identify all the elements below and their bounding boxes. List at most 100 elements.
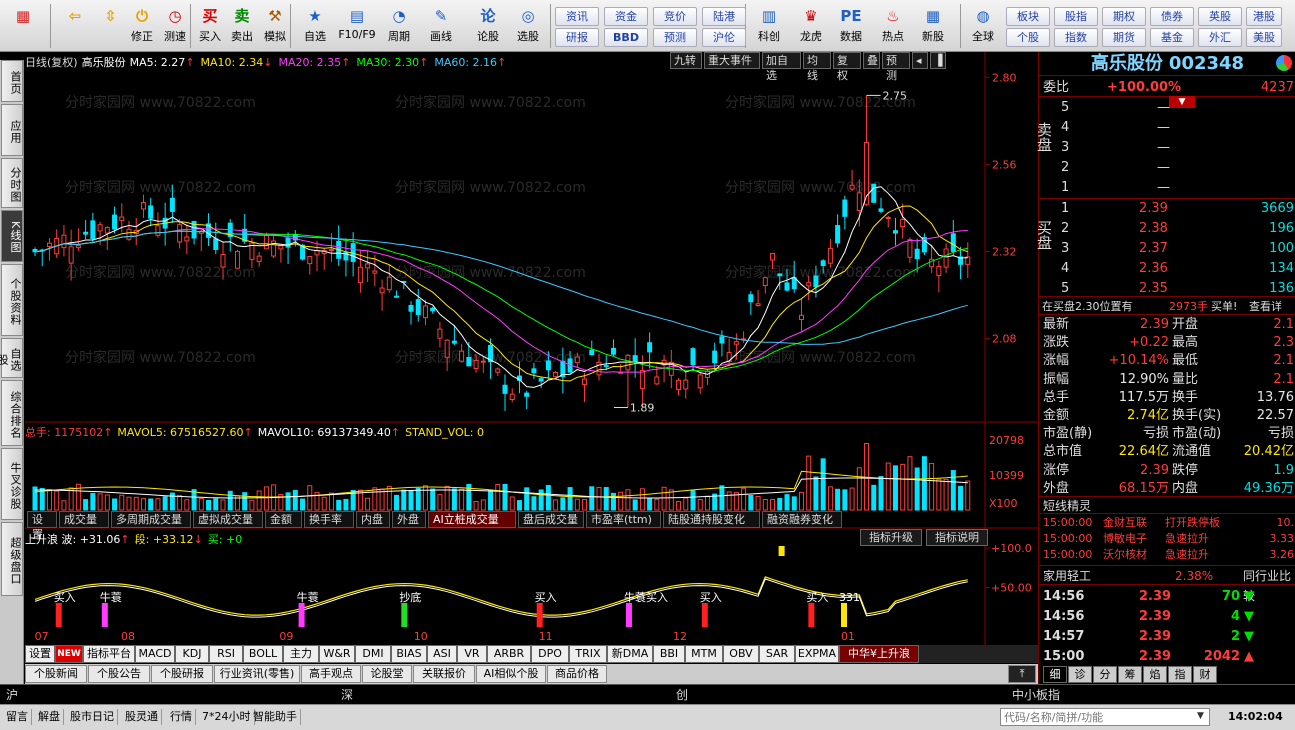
index-cy-label[interactable]: 创 — [676, 686, 688, 703]
toolbar-up-down-button[interactable]: ⇳ — [98, 4, 123, 48]
toolbar-app-logo-button[interactable]: ▦ — [4, 4, 42, 48]
sub-tab-0[interactable]: 设置 — [27, 511, 57, 541]
quote-bottom-tab-6[interactable]: 财 — [1193, 666, 1217, 683]
indicator-tab-8[interactable]: W&R — [319, 645, 355, 663]
toolbar-f10-button[interactable]: ▤ F10/F9 — [338, 4, 376, 48]
news-tab-8[interactable]: 商品价格 — [547, 665, 607, 683]
sub-tab-2[interactable]: 多周期成交量 — [111, 511, 191, 528]
indicator-tab-18[interactable]: MTM — [685, 645, 723, 663]
chart-control-4[interactable]: 复权 — [833, 52, 861, 82]
indicator-tab-2[interactable]: 指标平台 — [83, 645, 135, 663]
toolbar-power-button[interactable]: ⏻ 修正 — [127, 4, 157, 48]
indicator-tab-20[interactable]: SAR — [759, 645, 795, 663]
toolbar-link-3[interactable]: 陆港 — [702, 7, 746, 26]
news-tab-6[interactable]: 关联报价 — [413, 665, 475, 683]
toolbar-buy-button[interactable]: 买买入 — [195, 4, 225, 48]
toolbar-sell-button[interactable]: 卖卖出 — [227, 4, 257, 48]
toolbar-discuss-button[interactable]: 论论股 — [470, 4, 506, 48]
toolbar-back-arrow-button[interactable]: ⇦ — [56, 4, 94, 48]
indicator-button-0[interactable]: 指标升级 — [860, 529, 922, 546]
left-tab-profile[interactable]: 个股资料 — [1, 264, 23, 336]
toolbar-pe-button[interactable]: PE 数据 — [832, 4, 870, 48]
news-tab-2[interactable]: 个股研报 — [151, 665, 213, 683]
buy-level-row[interactable]: 3 2.37 100 — [1039, 239, 1295, 258]
left-tab-ranking[interactable]: 综合排名 — [1, 380, 23, 446]
sub-tab-5[interactable]: 换手率 — [304, 511, 354, 528]
indicator-tab-6[interactable]: BOLL — [243, 645, 283, 663]
toolbar-market-link2-0[interactable]: 个股 — [1006, 28, 1050, 47]
index-sh-label[interactable]: 沪 — [6, 686, 18, 703]
index-sz-label[interactable]: 深 — [341, 686, 353, 703]
sub-tab-7[interactable]: 外盘 — [392, 511, 426, 528]
toolbar-market-link2-1[interactable]: 指数 — [1054, 28, 1098, 47]
buy-level-row[interactable]: 1 2.39 3669 — [1039, 199, 1295, 218]
index-smb-label[interactable]: 中小板指 — [1012, 686, 1060, 703]
elves-title[interactable]: 短线精灵 — [1039, 496, 1295, 514]
sub-tab-1[interactable]: 成交量 — [59, 511, 109, 528]
indicator-tab-11[interactable]: ASI — [427, 645, 457, 663]
elves-row[interactable]: 15:00:00 沃尔核材 急速拉升 3.26 — [1039, 547, 1295, 563]
kline-chart-area[interactable]: 分时家园网 www.70822.com 分时家园网 www.70822.com 分时… — [25, 52, 1038, 657]
status-item-5[interactable]: 7*24小时 — [199, 709, 255, 725]
chart-pin-icon[interactable]: ◂ — [912, 52, 928, 69]
toolbar-market-link-0[interactable]: 板块 — [1006, 7, 1050, 26]
chart-control-2[interactable]: 加自选 — [762, 52, 801, 82]
status-item-3[interactable]: 股灵通 — [122, 709, 162, 725]
toolbar-star-button[interactable]: ★ 自选 — [297, 4, 333, 48]
quote-bottom-tab-2[interactable]: 分 — [1093, 666, 1117, 683]
news-tab-7[interactable]: AI相似个股 — [476, 665, 546, 683]
left-tab-home[interactable]: 首页 — [1, 60, 23, 102]
toolbar-market-link-4[interactable]: 英股 — [1198, 7, 1242, 26]
status-item-6[interactable]: 智能助手 — [250, 709, 301, 725]
news-tab-5[interactable]: 论股堂 — [362, 665, 412, 683]
status-item-2[interactable]: 股市日记 — [67, 709, 118, 725]
chart-control-0[interactable]: 九转 — [670, 52, 702, 69]
sub-tab-9[interactable]: 盘后成交量 — [518, 511, 584, 528]
search-dropdown-icon[interactable]: ▼ — [1197, 711, 1204, 721]
indicator-tab-21[interactable]: EXPMA — [795, 645, 839, 663]
toolbar-clock-button[interactable]: ◷ 测速 — [160, 4, 190, 48]
indicator-tab-17[interactable]: BBI — [653, 645, 685, 663]
sell-level-row[interactable]: 2— — [1039, 158, 1295, 177]
quote-bottom-tab-0[interactable]: 细 — [1043, 666, 1067, 683]
toolbar-market-link2-5[interactable]: 美股 — [1246, 28, 1282, 47]
status-item-1[interactable]: 解盘 — [35, 709, 64, 725]
toolbar-market-link-1[interactable]: 股指 — [1054, 7, 1098, 26]
quote-bottom-tab-4[interactable]: 焰 — [1143, 666, 1167, 683]
toolbar-market-link-2[interactable]: 期权 — [1102, 7, 1146, 26]
indicator-tab-15[interactable]: TRIX — [569, 645, 607, 663]
chart-control-6[interactable]: 预测 — [882, 52, 910, 82]
toolbar-link-1[interactable]: 资金 — [604, 7, 648, 26]
indicator-tab-19[interactable]: OBV — [723, 645, 759, 663]
indicator-button-1[interactable]: 指标说明 — [926, 529, 988, 546]
chart-control-1[interactable]: 重大事件 — [704, 52, 760, 69]
toolbar-link2-3[interactable]: 沪伦 — [702, 28, 746, 47]
left-tab-kline[interactable]: K线图 — [1, 210, 23, 262]
industry-row[interactable]: 家用轻工 2.38% 同行业比较 — [1039, 565, 1295, 603]
indicator-tab-1[interactable]: NEW — [55, 645, 83, 663]
buy-level-row[interactable]: 4 2.36 134 — [1039, 259, 1295, 278]
news-tab-3[interactable]: 行业资讯(零售) — [214, 665, 300, 683]
toolbar-select-stock-button[interactable]: ◎ 选股 — [509, 4, 547, 48]
elves-row[interactable]: 15:00:00 博敏电子 急速拉升 3.33 — [1039, 531, 1295, 547]
indicator-tab-3[interactable]: MACD — [135, 645, 175, 663]
toolbar-market-link2-3[interactable]: 基金 — [1150, 28, 1194, 47]
indicator-tab-13[interactable]: ARBR — [487, 645, 531, 663]
quote-bottom-tab-5[interactable]: 指 — [1168, 666, 1192, 683]
toolbar-market-link2-2[interactable]: 期货 — [1102, 28, 1146, 47]
sub-tab-4[interactable]: 金额 — [265, 511, 302, 528]
sub-tab-6[interactable]: 内盘 — [356, 511, 390, 528]
toolbar-dragon-button[interactable]: ♛ 龙虎 — [792, 4, 830, 48]
sub-tab-10[interactable]: 市盈率(ttm) — [586, 511, 661, 528]
quote-bottom-tab-3[interactable]: 筹 — [1118, 666, 1142, 683]
indicator-tab-12[interactable]: VR — [457, 645, 487, 663]
view-detail-link[interactable]: 查看详 — [1249, 297, 1282, 316]
indicator-tab-22[interactable]: 中华¥上升浪 — [839, 645, 919, 663]
elves-row[interactable]: 15:00:00 金财互联 打开跌停板 10. — [1039, 515, 1295, 531]
indicator-tab-7[interactable]: 主力 — [283, 645, 319, 663]
chart-canvas[interactable]: 分时家园网 www.70822.com 分时家园网 www.70822.com 分时… — [25, 52, 1038, 645]
toolbar-globe-button[interactable]: ◍ 全球 — [964, 4, 1002, 48]
news-tab-4[interactable]: 高手观点 — [301, 665, 361, 683]
collapse-up-icon[interactable]: ⤒ — [1008, 665, 1036, 683]
toolbar-link2-0[interactable]: 研报 — [555, 28, 599, 47]
